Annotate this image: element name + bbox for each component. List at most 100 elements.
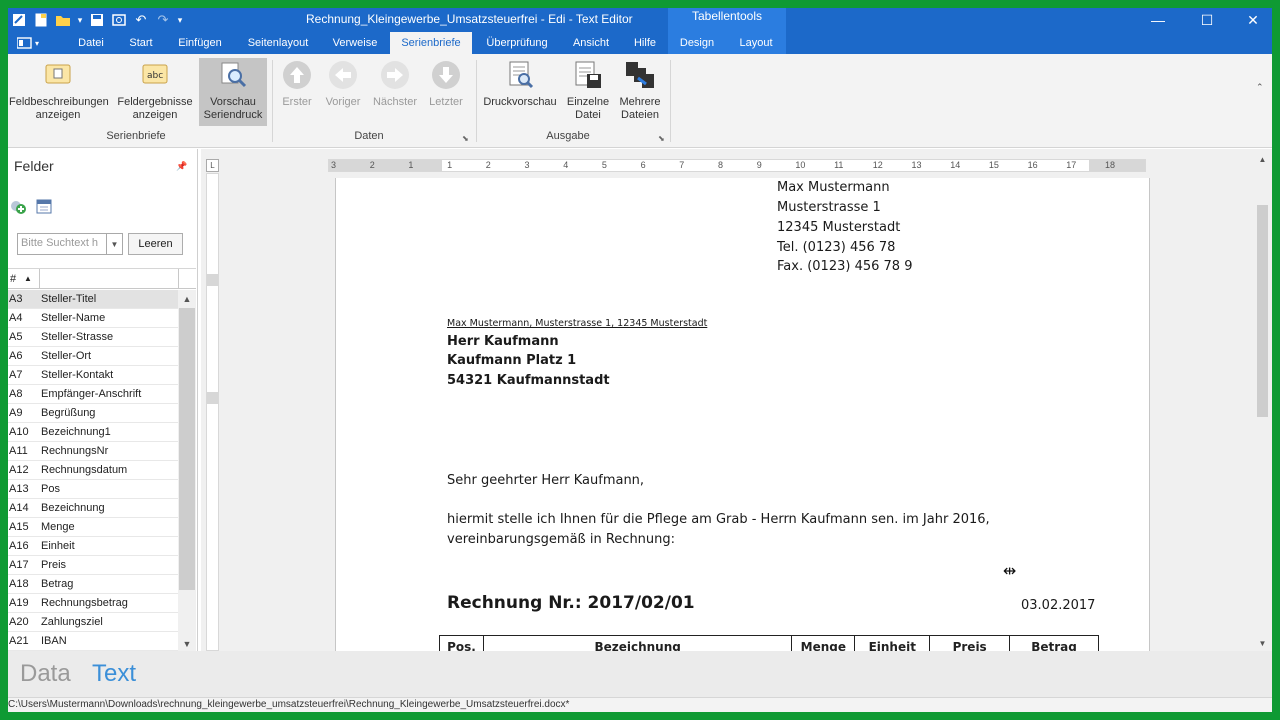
list-item[interactable]: A17 Preis [8,556,178,575]
daten-dialog-launcher-icon[interactable]: ⬊ [462,134,469,143]
next-record-button[interactable]: Nächster [370,58,420,109]
preview-mail-merge-button[interactable]: Vorschau Seriendruck [199,58,267,126]
sender-name: Max Mustermann [777,180,890,195]
header-bezeichnung[interactable]: Bezeichnung [482,635,793,651]
scroll-thumb[interactable] [1257,205,1268,417]
header-einheit[interactable]: Einheit [854,635,931,651]
list-item[interactable]: A3 Steller-Titel [8,290,178,309]
show-field-results-button[interactable]: abc Feldergebnisse anzeigen [116,58,194,122]
search-dropdown-icon[interactable]: ▼ [107,233,123,255]
open-folder-icon[interactable] [52,8,74,32]
close-button[interactable]: ✕ [1230,8,1272,32]
column-separator[interactable] [178,269,179,289]
redo-icon[interactable]: ↷ [152,8,174,32]
calendar-icon[interactable] [35,197,53,215]
tab-ueberpruefung[interactable]: Überprüfung [478,32,556,54]
list-item[interactable]: A7 Steller-Kontakt [8,366,178,385]
field-id: A7 [9,369,23,381]
grid-header: # ▲ [8,269,196,289]
field-id: A17 [9,559,29,571]
body-line-2: vereinbarungsgemäß in Rechnung: [447,532,676,547]
header-preis[interactable]: Preis [929,635,1011,651]
tab-hilfe[interactable]: Hilfe [626,32,664,54]
list-item[interactable]: A12 Rechnungsdatum [8,461,178,480]
clear-button[interactable]: Leeren [128,233,183,255]
list-item[interactable]: A20 Zahlungsziel [8,613,178,632]
print-preview-icon[interactable] [108,8,130,32]
vertical-ruler[interactable] [206,173,219,651]
print-preview-button[interactable]: Druckvorschau [482,58,558,109]
list-item[interactable]: A16 Einheit [8,537,178,556]
last-record-button[interactable]: Letzter [424,58,468,109]
ruler-tick-label: 12 [872,160,883,170]
list-item[interactable]: A8 Empfänger-Anschrift [8,385,178,404]
fields-scrollbar[interactable]: ▲ ▼ [178,290,196,652]
maximize-button[interactable]: ☐ [1184,8,1230,32]
tab-einfuegen[interactable]: Einfügen [172,32,228,54]
tab-serienbriefe[interactable]: Serienbriefe [390,32,472,54]
save-icon[interactable] [86,8,108,32]
add-field-icon[interactable] [9,197,27,215]
multiple-files-button[interactable]: Mehrere Dateien [616,58,664,122]
overlay-word-data: Data [20,660,71,687]
first-record-button[interactable]: Erster [276,58,318,109]
invoice-table[interactable]: Pos. Bezeichnung Menge Einheit Preis Bet… [439,635,1099,651]
ausgabe-dialog-launcher-icon[interactable]: ⬊ [658,134,665,143]
tab-verweise[interactable]: Verweise [326,32,384,54]
column-header-number[interactable]: # [10,273,16,285]
previous-record-button[interactable]: Voriger [322,58,364,109]
scroll-thumb[interactable] [179,308,195,590]
greeting: Sehr geehrter Herr Kaufmann, [447,473,645,488]
list-item[interactable]: A5 Steller-Strasse [8,328,178,347]
scroll-down-icon[interactable]: ▼ [178,635,196,652]
list-item[interactable]: A14 Bezeichnung [8,499,178,518]
scroll-up-icon[interactable]: ▲ [178,290,196,308]
list-item[interactable]: A4 Steller-Name [8,309,178,328]
ruler-tick-label: 7 [679,160,685,170]
group-separator [272,60,273,142]
single-file-button[interactable]: Einzelne Datei [564,58,612,122]
tab-ansicht[interactable]: Ansicht [564,32,618,54]
list-item[interactable]: A9 Begrüßung [8,404,178,423]
list-item[interactable]: A21 IBAN [8,632,178,651]
field-name: Rechnungsdatum [41,464,128,476]
header-menge[interactable]: Menge [791,635,856,651]
header-pos[interactable]: Pos. [439,635,484,651]
field-id: A10 [9,426,29,438]
scroll-down-icon[interactable]: ▼ [1253,639,1272,648]
list-item[interactable]: A13 Pos [8,480,178,499]
app-menu-icon[interactable]: ▾ [8,32,48,54]
list-item[interactable]: A11 RechnungsNr [8,442,178,461]
undo-icon[interactable]: ↶ [130,8,152,32]
horizontal-ruler[interactable]: 3 2 1 1 2 3 4 5 6 7 8 9 10 11 12 13 14 15 16 17 18 [328,159,1146,172]
minimize-button[interactable]: — [1135,8,1181,32]
list-item[interactable]: A6 Steller-Ort [8,347,178,366]
tab-seitenlayout[interactable]: Seitenlayout [240,32,316,54]
list-item[interactable]: A18 Betrag [8,575,178,594]
tab-start[interactable]: Start [120,32,162,54]
list-item[interactable]: A15 Menge [8,518,178,537]
new-document-icon[interactable] [30,8,52,32]
arrow-down-icon [429,58,463,92]
tab-datei[interactable]: Datei [70,32,112,54]
title-bar: ▾ ↶ ↷ ▾ Rechnung_Kleingewerbe_Umsatzsteu… [8,8,1272,32]
search-input[interactable]: Bitte Suchtext h [17,233,107,255]
document-scrollbar[interactable]: ▲ ▼ [1253,149,1272,651]
tab-layout[interactable]: Layout [732,32,780,54]
list-item[interactable]: A19 Rechnungsbetrag [8,594,178,613]
scroll-up-icon[interactable]: ▲ [1253,155,1272,164]
pin-icon[interactable]: 📌 [176,161,187,172]
open-dropdown-icon[interactable]: ▾ [74,8,86,32]
tab-design[interactable]: Design [674,32,720,54]
document-page[interactable]: Max Mustermann Musterstrasse 1 12345 Mus… [335,178,1150,651]
arrow-up-icon [280,58,314,92]
list-item[interactable]: A10 Bezeichnung1 [8,423,178,442]
field-id: A18 [9,578,29,590]
header-betrag[interactable]: Betrag [1009,635,1099,651]
recipient-name: Herr Kaufmann [447,334,559,349]
customize-qat-icon[interactable]: ▾ [174,8,186,32]
collapse-ribbon-icon[interactable]: ⌃ [1256,82,1264,93]
tab-selector-icon[interactable]: L [206,159,219,172]
show-field-descriptions-button[interactable]: Feldbeschreibungen anzeigen [9,58,109,122]
column-separator[interactable] [39,269,40,289]
